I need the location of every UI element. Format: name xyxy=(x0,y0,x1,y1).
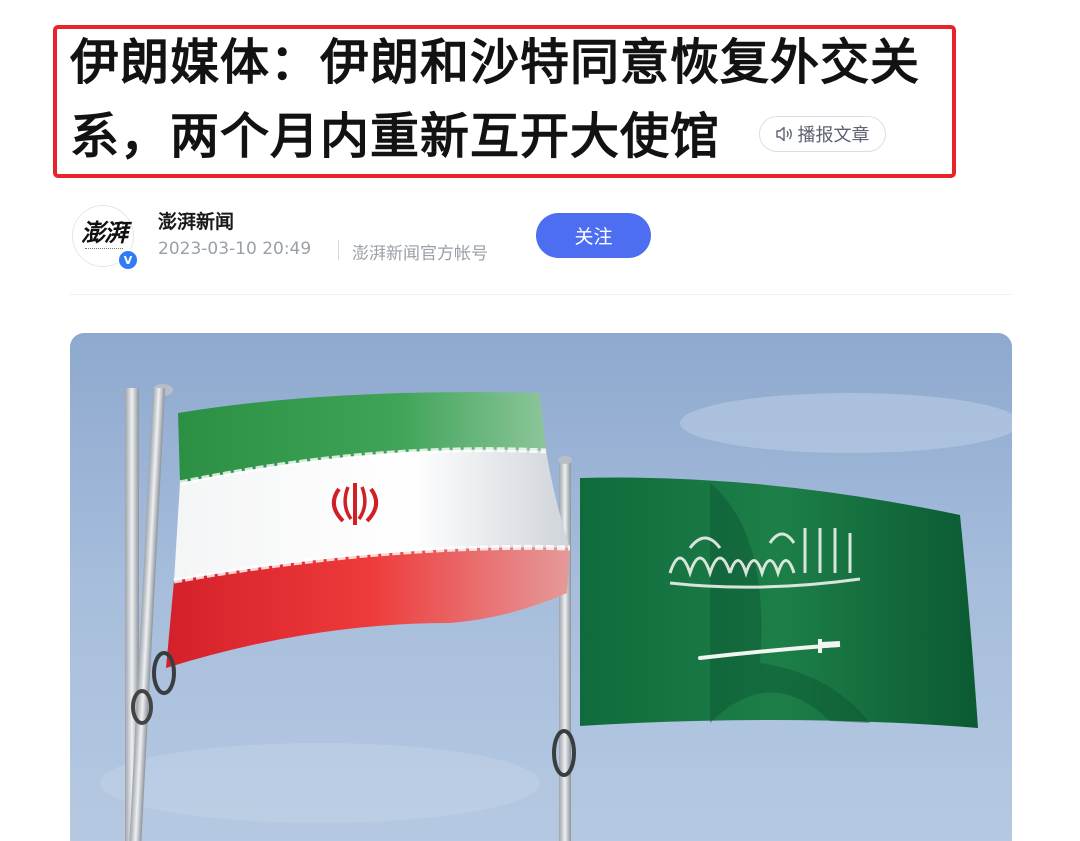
speaker-icon xyxy=(775,126,794,142)
account-description: 澎湃新闻官方帐号 xyxy=(352,244,488,264)
avatar-logo-text: 澎湃 xyxy=(81,218,128,247)
headline-line-2: 系，两个月内重新互开大使馆 xyxy=(70,108,721,165)
author-name[interactable]: 澎湃新闻 xyxy=(158,207,234,234)
article-page: 伊朗媒体：伊朗和沙特同意恢复外交关 系，两个月内重新互开大使馆 播报文章 澎湃 … xyxy=(0,0,1080,841)
avatar-logo-underline xyxy=(85,248,123,251)
follow-button[interactable]: 关注 xyxy=(536,213,651,258)
article-hero-image xyxy=(70,333,1012,841)
headline-line-1: 伊朗媒体：伊朗和沙特同意恢复外交关 xyxy=(70,34,921,91)
meta-divider xyxy=(338,240,339,260)
verified-badge-icon: V xyxy=(117,249,139,271)
post-timestamp: 2023-03-10 20:49 xyxy=(158,239,312,259)
listen-article-label: 播报文章 xyxy=(797,125,870,146)
flags-illustration xyxy=(70,333,1012,841)
header-separator xyxy=(70,294,1012,295)
listen-article-button[interactable]: 播报文章 xyxy=(759,116,886,152)
